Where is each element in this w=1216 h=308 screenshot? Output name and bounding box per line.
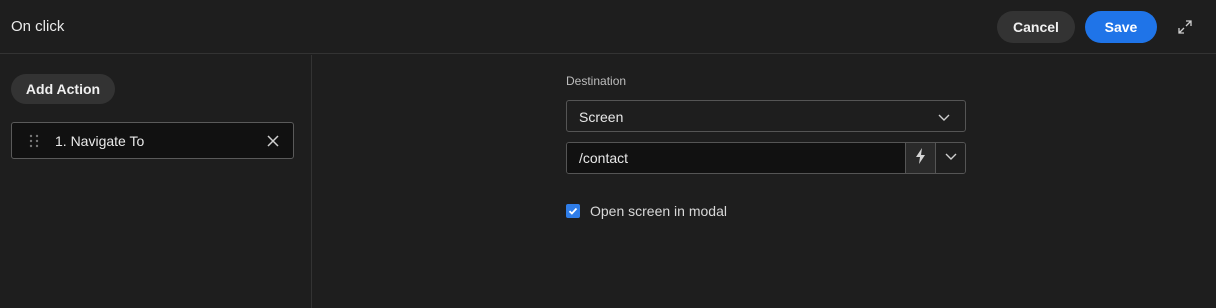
open-in-modal-row[interactable]: Open screen in modal: [566, 202, 727, 220]
add-action-button[interactable]: Add Action: [11, 74, 115, 104]
header-bar: On click Cancel Save: [0, 0, 1216, 54]
chevron-down-icon: [937, 110, 951, 124]
cancel-button[interactable]: Cancel: [997, 11, 1075, 43]
binding-button[interactable]: [905, 143, 935, 173]
open-in-modal-label: Open screen in modal: [590, 203, 727, 219]
actions-sidebar: Add Action 1. Navigate To: [0, 55, 312, 308]
action-settings-panel: Destination Screen /contact Open screen …: [313, 55, 1216, 308]
save-button[interactable]: Save: [1085, 11, 1157, 43]
action-list-item[interactable]: 1. Navigate To: [11, 122, 294, 159]
chevron-down-icon: [944, 149, 958, 168]
destination-type-select[interactable]: Screen: [566, 100, 966, 132]
action-label: 1. Navigate To: [55, 133, 145, 149]
drag-handle-icon[interactable]: [28, 133, 40, 149]
screen-path-input[interactable]: [567, 143, 905, 173]
open-in-modal-checkbox[interactable]: [566, 204, 580, 218]
path-dropdown-button[interactable]: [935, 143, 965, 173]
close-icon[interactable]: [266, 134, 280, 148]
expand-icon[interactable]: [1176, 18, 1194, 36]
destination-label: Destination: [566, 74, 627, 88]
screen-path-field: [566, 142, 966, 174]
destination-type-value: Screen: [579, 109, 624, 125]
lightning-icon: [915, 147, 927, 169]
page-title: On click: [11, 18, 65, 35]
